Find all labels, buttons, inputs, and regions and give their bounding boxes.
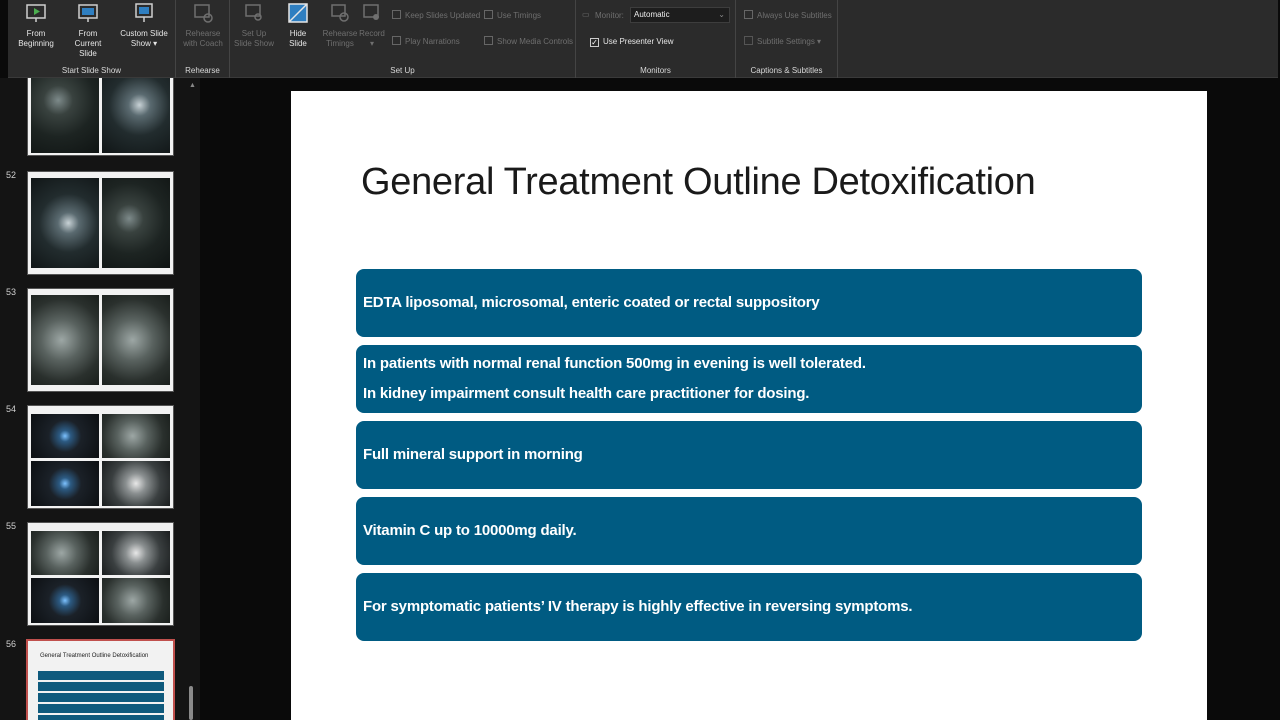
slide-thumbnail-54[interactable] — [27, 405, 174, 509]
slide-number: 56 — [6, 639, 17, 649]
slide-thumbnail-panel: 52 53 54 55 56 General Treatment Outline… — [0, 78, 200, 720]
from-current-slide-button[interactable]: From Current Slide — [66, 2, 110, 58]
slide-number: 55 — [6, 521, 17, 531]
captions-group: Always Use Subtitles Subtitle Settings ▾… — [736, 0, 838, 78]
scroll-up-arrow-icon[interactable]: ▲ — [189, 82, 196, 89]
from-beginning-button[interactable]: From Beginning — [14, 2, 58, 58]
rehearse-with-coach-button[interactable]: Rehearse with Coach — [181, 2, 225, 58]
hide-slide-icon — [288, 3, 308, 23]
thumbnail-photo — [102, 414, 170, 458]
setup-slide-show-button[interactable]: Set Up Slide Show — [232, 2, 276, 58]
checkbox-box — [392, 10, 401, 19]
play-from-current-icon — [78, 4, 98, 22]
group-label: Set Up — [390, 66, 415, 75]
hide-slide-button[interactable]: Hide Slide — [276, 2, 320, 58]
show-media-controls-checkbox[interactable]: Show Media Controls — [484, 36, 573, 48]
treatment-item-renal-dosing[interactable]: In patients with normal renal function 5… — [356, 345, 1142, 413]
slide-thumbnail-55[interactable] — [27, 522, 174, 626]
setup-show-icon — [245, 4, 262, 21]
slide-thumbnail-53[interactable] — [27, 288, 174, 392]
thumbnail-photo — [102, 461, 170, 506]
checkbox-box — [392, 36, 401, 45]
thumbnail-photo — [102, 578, 170, 623]
play-from-start-icon — [26, 4, 46, 22]
slide-thumbnail-51[interactable] — [27, 78, 174, 156]
group-label: Captions & Subtitles — [750, 66, 823, 75]
use-timings-checkbox[interactable]: Use Timings — [484, 10, 541, 22]
monitor-label: Monitor: — [595, 11, 624, 20]
thumbnail-photo — [31, 414, 99, 458]
start-slide-show-group: From Beginning From Current Slide Custom… — [8, 0, 176, 78]
treatment-item-edta[interactable]: EDTA liposomal, microsomal, enteric coat… — [356, 269, 1142, 337]
checkbox-box — [484, 10, 493, 19]
play-narrations-checkbox[interactable]: Play Narrations — [392, 36, 460, 48]
group-label: Start Slide Show — [61, 66, 122, 75]
thumbnail-photo — [31, 295, 99, 385]
thumbnail-scrollbar[interactable] — [186, 78, 196, 720]
thumbnail-photo — [102, 178, 170, 268]
monitor-select[interactable]: Automatic ⌄ — [630, 7, 730, 23]
rehearse-coach-icon — [194, 4, 213, 23]
custom-show-icon — [135, 3, 153, 22]
use-presenter-view-checkbox[interactable]: ✓ Use Presenter View — [590, 36, 674, 48]
monitors-group: ▭ Monitor: Automatic ⌄ ✓ Use Presenter Vi… — [576, 0, 736, 78]
thumbnail-bar — [38, 704, 164, 713]
thumbnail-photo — [102, 295, 170, 385]
group-label: Monitors — [640, 66, 671, 75]
thumbnail-photo — [102, 531, 170, 575]
slide-number: 54 — [6, 404, 17, 414]
timer-icon — [331, 4, 349, 22]
thumbnail-bar — [38, 682, 164, 691]
custom-slide-show-button[interactable]: Custom Slide Show ▾ — [118, 2, 170, 58]
thumbnail-bar — [38, 671, 164, 680]
thumbnail-bar — [38, 715, 164, 720]
thumbnail-photo — [31, 178, 99, 268]
monitor-icon: ▭ — [582, 10, 590, 19]
scrollbar-thumb[interactable] — [189, 686, 193, 720]
setup-group: Set Up Slide Show Hide Slide Rehearse Ti… — [230, 0, 576, 78]
chevron-down-icon: ⌄ — [718, 10, 725, 19]
slide-number: 53 — [6, 287, 17, 297]
thumbnail-photo — [31, 578, 99, 623]
record-button[interactable]: Record ▾ — [352, 2, 392, 58]
slide-title[interactable]: General Treatment Outline Detoxification — [361, 161, 1036, 204]
checkbox-box — [744, 10, 753, 19]
thumbnail-photo — [31, 461, 99, 506]
record-icon — [363, 4, 379, 20]
thumbnail-title: General Treatment Outline Detoxification — [40, 653, 149, 659]
slide-show-ribbon: From Beginning From Current Slide Custom… — [8, 0, 1278, 78]
checkbox-checked: ✓ — [590, 38, 599, 47]
subtitle-settings-icon — [744, 36, 753, 45]
thumbnail-photo — [31, 531, 99, 575]
treatment-item-iv-therapy[interactable]: For symptomatic patients’ IV therapy is … — [356, 573, 1142, 641]
thumbnail-photo — [102, 78, 170, 153]
slide-canvas[interactable]: General Treatment Outline Detoxification… — [291, 91, 1207, 720]
slide-number: 52 — [6, 170, 17, 180]
thumbnail-bar — [38, 693, 164, 702]
thumbnail-photo — [31, 78, 99, 153]
group-label: Rehearse — [185, 66, 220, 75]
checkbox-box — [484, 36, 493, 45]
slide-thumbnail-56-selected[interactable]: General Treatment Outline Detoxification — [26, 639, 175, 720]
subtitle-settings-button[interactable]: Subtitle Settings ▾ — [744, 36, 821, 48]
slide-thumbnail-52[interactable] — [27, 171, 174, 275]
always-use-subtitles-checkbox[interactable]: Always Use Subtitles — [744, 10, 832, 22]
keep-slides-updated-checkbox[interactable]: Keep Slides Updated — [392, 10, 480, 22]
treatment-item-mineral-support[interactable]: Full mineral support in morning — [356, 421, 1142, 489]
rehearse-group: Rehearse with Coach Rehearse — [176, 0, 230, 78]
treatment-item-vitamin-c[interactable]: Vitamin C up to 10000mg daily. — [356, 497, 1142, 565]
